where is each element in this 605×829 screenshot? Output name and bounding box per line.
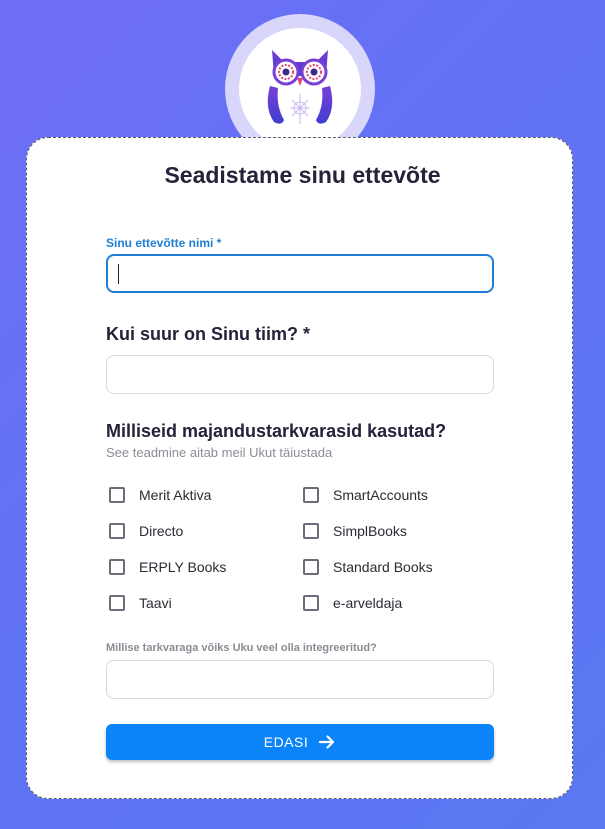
company-name-label: Sinu ettevõtte nimi * (106, 236, 222, 250)
checkbox[interactable] (303, 595, 319, 611)
team-size-input[interactable] (106, 355, 494, 394)
checkbox-option[interactable]: SimplBooks (303, 520, 407, 542)
checkbox-option[interactable]: Merit Aktiva (109, 484, 211, 506)
checkbox-label: Directo (139, 523, 184, 539)
checkbox[interactable] (303, 487, 319, 503)
arrow-right-icon (319, 735, 335, 749)
other-software-label: Millise tarkvaraga võiks Uku veel olla i… (106, 642, 377, 654)
checkbox-label: SimplBooks (333, 523, 407, 539)
text-caret (118, 264, 119, 284)
checkbox-option[interactable]: e-arveldaja (303, 592, 402, 614)
checkbox-label: Standard Books (333, 559, 433, 575)
company-name-input[interactable] (106, 254, 494, 293)
checkbox[interactable] (109, 595, 125, 611)
software-subtext: See teadmine aitab meil Ukut täiustada (106, 445, 333, 460)
checkbox[interactable] (109, 559, 125, 575)
checkbox-label: ERPLY Books (139, 559, 227, 575)
owl-logo-icon (267, 50, 333, 124)
other-software-input[interactable] (106, 660, 494, 699)
submit-button[interactable]: EDASI (106, 724, 494, 760)
checkbox-label: SmartAccounts (333, 487, 428, 503)
checkbox-label: Taavi (139, 595, 172, 611)
checkbox-option[interactable]: Taavi (109, 592, 172, 614)
checkbox[interactable] (303, 559, 319, 575)
checkbox-label: e-arveldaja (333, 595, 403, 611)
checkbox-option[interactable]: Directo (109, 520, 183, 542)
checkbox[interactable] (303, 523, 319, 539)
page-title: Seadistame sinu ettevõte (164, 162, 441, 188)
team-size-heading: Kui suur on Sinu tiim? * (106, 324, 310, 344)
checkbox-option[interactable]: Standard Books (303, 556, 433, 578)
checkbox-option[interactable]: ERPLY Books (109, 556, 226, 578)
checkbox-option[interactable]: SmartAccounts (303, 484, 428, 506)
submit-label: EDASI (263, 734, 309, 750)
checkbox-label: Merit Aktiva (139, 487, 212, 503)
checkbox[interactable] (109, 523, 125, 539)
checkbox[interactable] (109, 487, 125, 503)
software-heading: Milliseid majandustarkvarasid kasutad? (106, 421, 447, 441)
